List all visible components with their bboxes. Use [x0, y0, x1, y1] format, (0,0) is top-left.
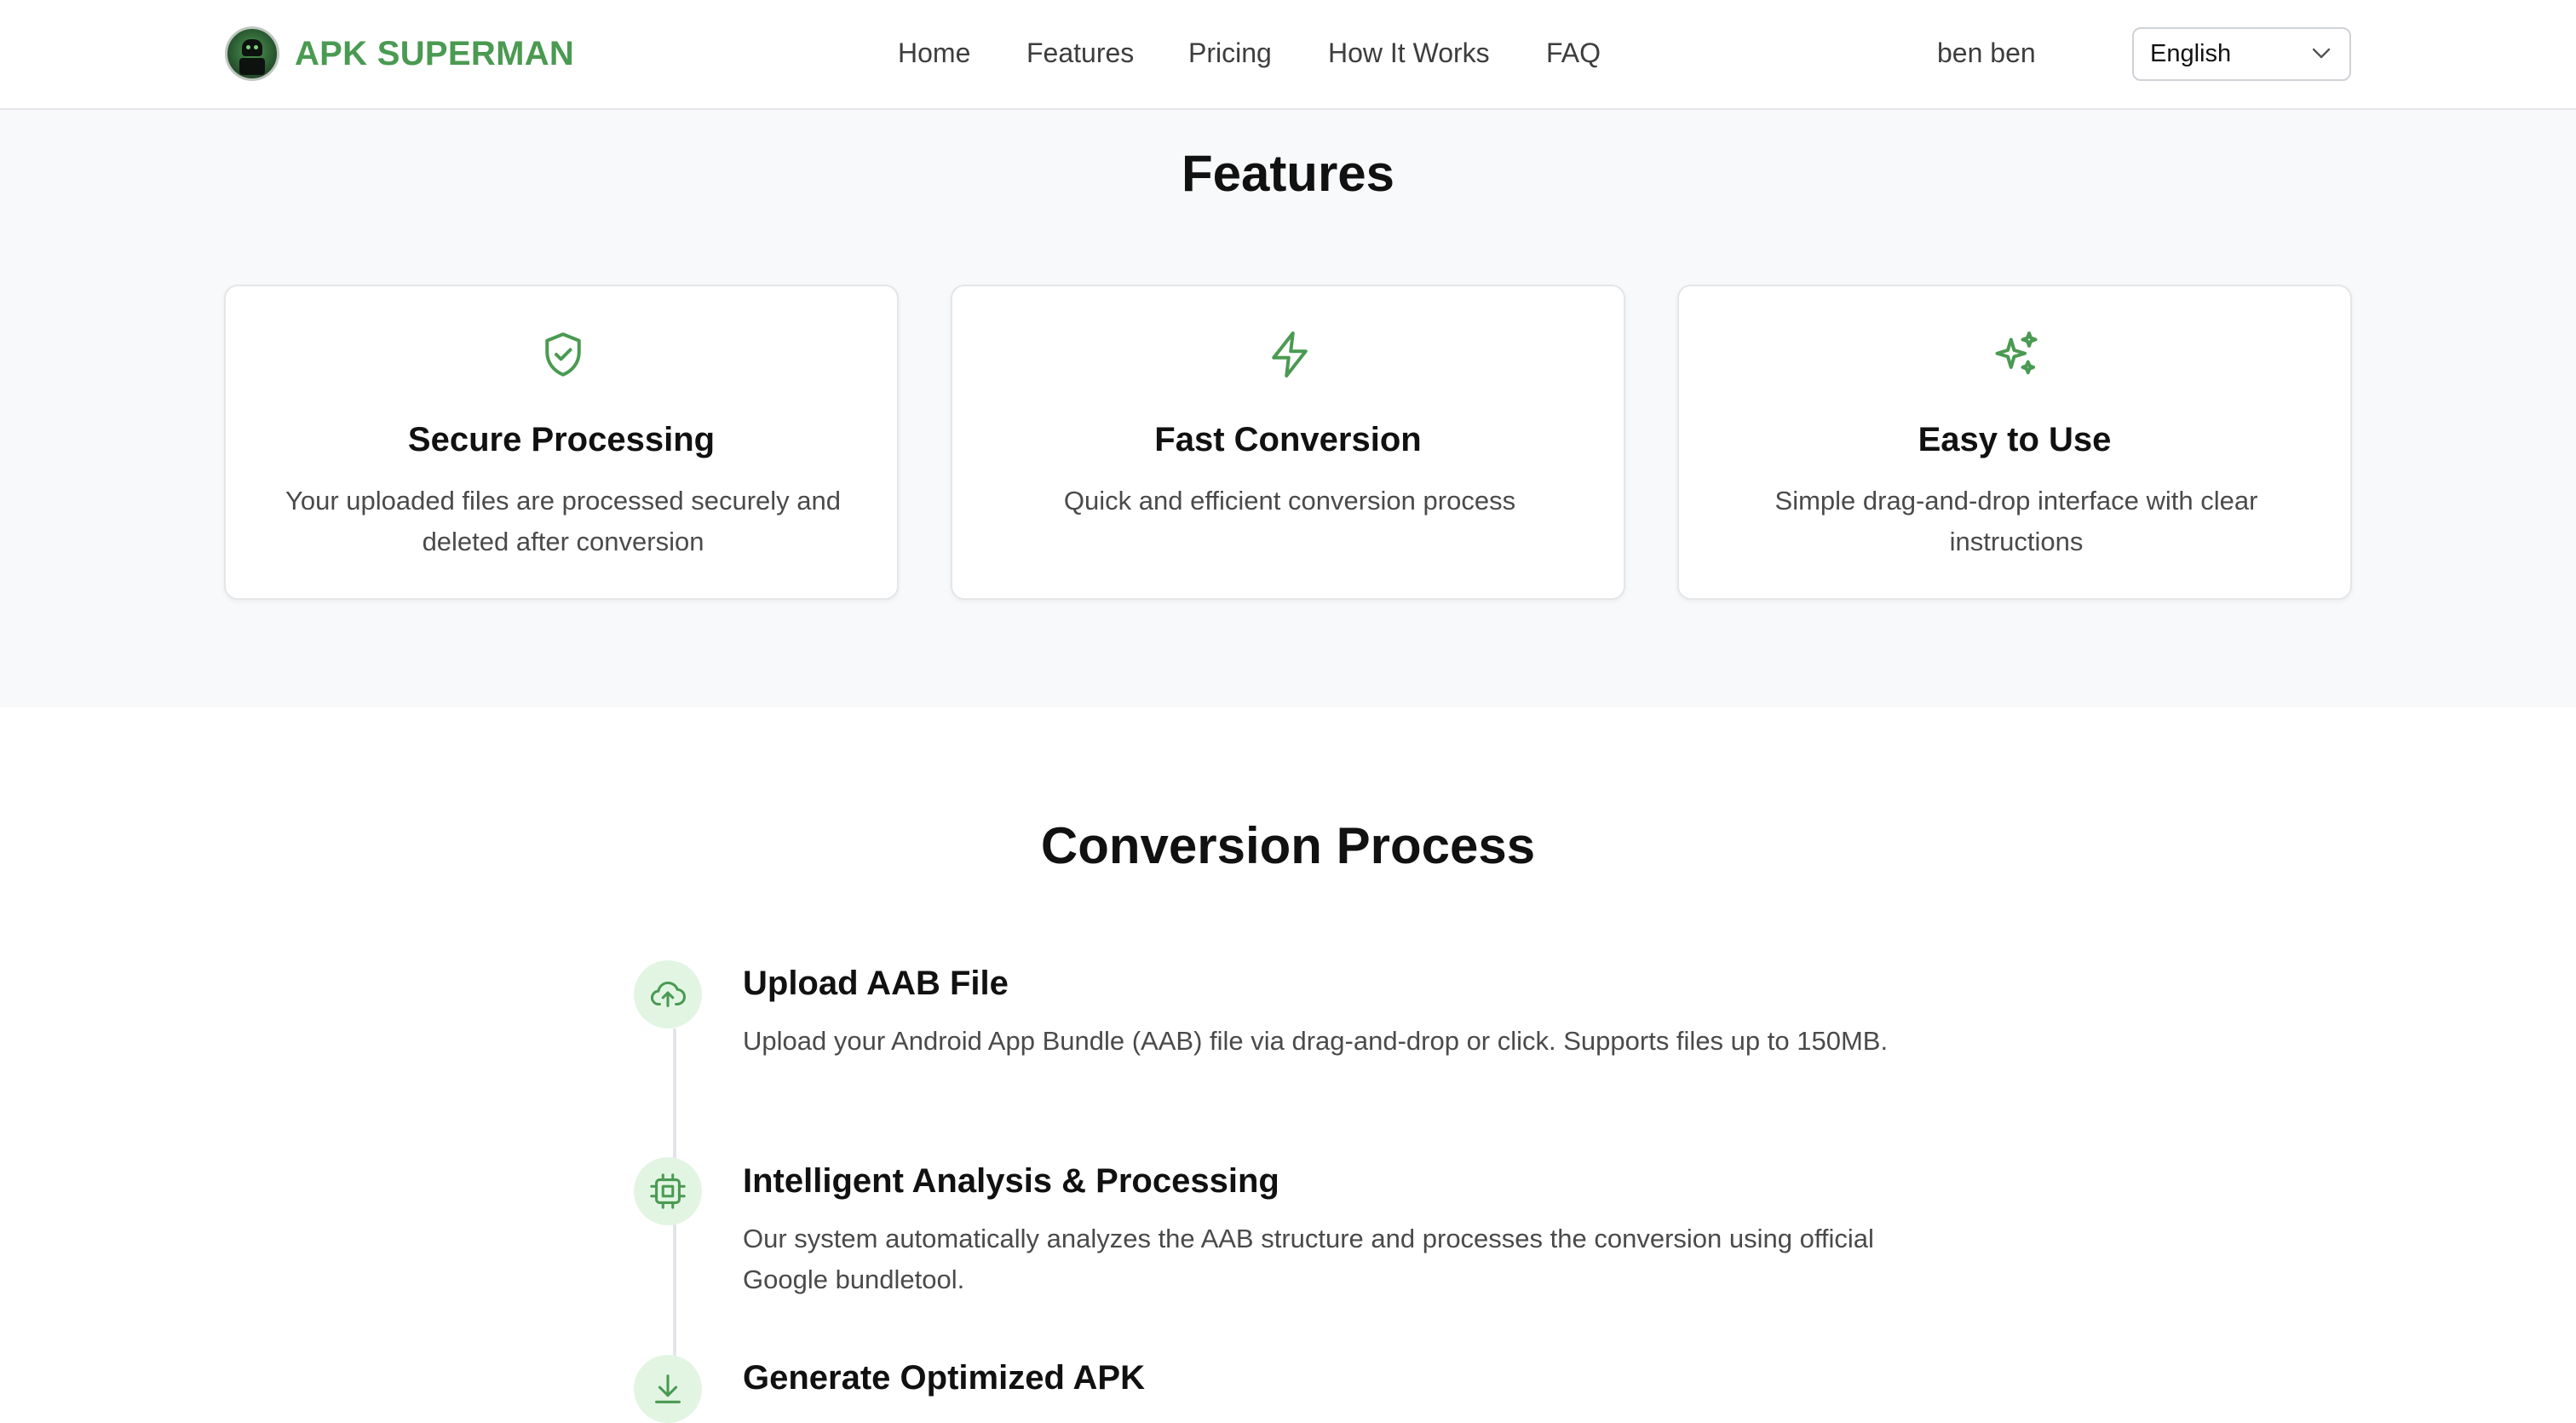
feature-title: Easy to Use	[1918, 421, 2112, 458]
feature-description: Quick and efficient conversion process	[1063, 486, 1516, 516]
site-header: APK SUPERMAN Home Features Pricing How I…	[0, 0, 2576, 110]
nav-pricing[interactable]: Pricing	[1188, 37, 1272, 69]
features-heading: Features	[1181, 145, 1395, 202]
cloud-upload-icon	[651, 981, 686, 1007]
feature-title: Secure Processing	[407, 421, 716, 458]
shield-check-icon	[545, 332, 581, 377]
sparkles-icon	[1995, 331, 2038, 375]
cpu-icon	[650, 1173, 686, 1209]
step-description: Upload your Android App Bundle (AAB) fil…	[743, 1026, 1889, 1056]
feature-card-easy: Easy to Use Simple drag-and-drop interfa…	[1677, 285, 2352, 600]
feature-description: Simple drag-and-drop interface with clea…	[1774, 486, 2258, 556]
language-select[interactable]: English	[2132, 27, 2351, 81]
nav-faq[interactable]: FAQ	[1546, 37, 1601, 69]
download-icon	[655, 1374, 681, 1403]
feature-card-secure: Secure Processing Your uploaded files ar…	[224, 285, 899, 600]
step-title: Upload AAB File	[743, 965, 1009, 1002]
features-section: Features Secure Processing Your uploaded…	[0, 110, 2576, 707]
nav-features[interactable]: Features	[1026, 37, 1134, 69]
step-title: Generate Optimized APK	[743, 1359, 1145, 1397]
feature-description: Your uploaded files are processed secure…	[285, 486, 841, 556]
chevron-down-icon	[2312, 48, 2331, 59]
nav-home[interactable]: Home	[898, 37, 970, 69]
step-description: Our system automatically analyzes the AA…	[743, 1224, 1874, 1294]
step-icon-process	[634, 1157, 702, 1225]
step-icon-upload	[634, 960, 702, 1028]
nav-how-it-works[interactable]: How It Works	[1328, 37, 1490, 69]
step-title: Intelligent Analysis & Processing	[743, 1162, 1279, 1200]
step-icon-download	[634, 1355, 702, 1423]
language-value: English	[2150, 40, 2232, 67]
feature-card-fast: Fast Conversion Quick and efficient conv…	[951, 285, 1625, 600]
lightning-icon	[1272, 331, 1308, 377]
process-heading: Conversion Process	[1040, 817, 1536, 874]
feature-title: Fast Conversion	[1154, 421, 1422, 458]
user-menu[interactable]: ben ben	[1937, 37, 2036, 69]
